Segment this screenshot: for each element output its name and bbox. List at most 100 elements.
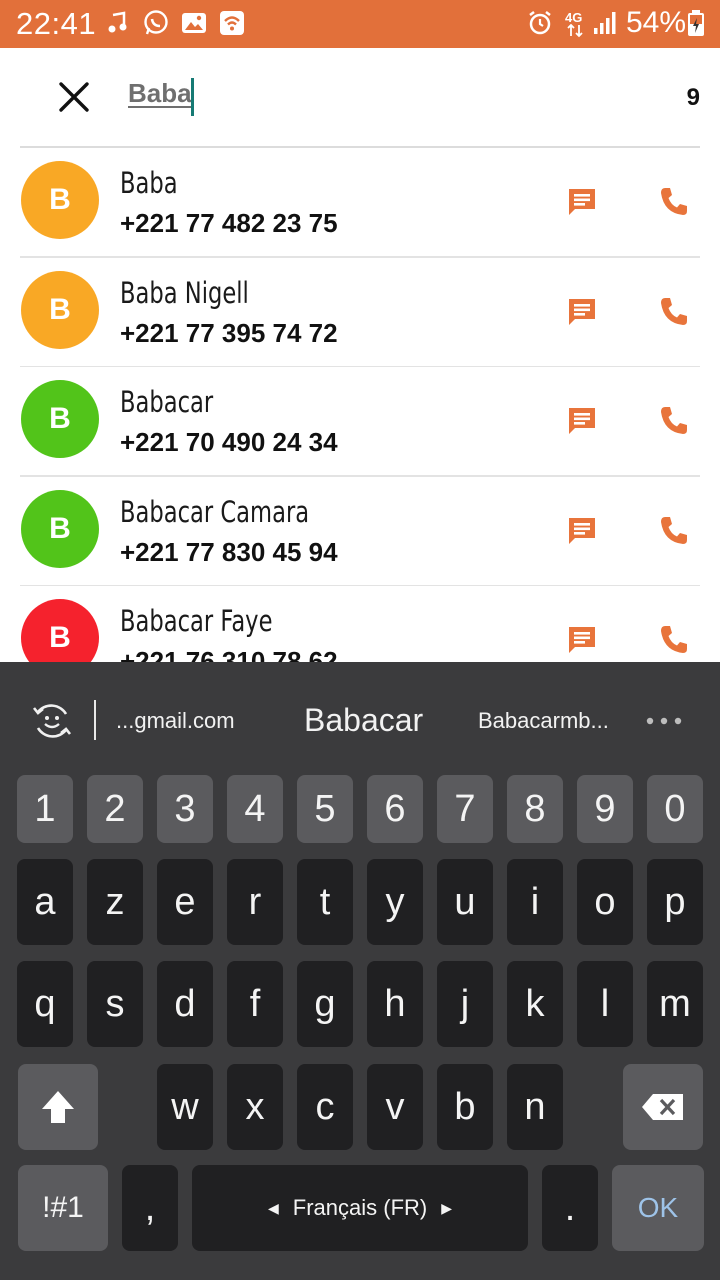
text-cursor (191, 78, 194, 116)
avatar: B (21, 599, 99, 662)
avatar: B (21, 380, 99, 458)
key-v[interactable]: v (367, 1064, 423, 1150)
ok-key[interactable]: OK (612, 1165, 704, 1251)
contact-row[interactable]: B Baba +221 77 482 23 75 (0, 148, 720, 258)
close-icon (59, 82, 89, 112)
emoji-toggle-icon[interactable] (30, 699, 74, 743)
key-x[interactable]: x (227, 1064, 283, 1150)
phone-icon[interactable] (658, 295, 690, 327)
wifi-hotspot-icon (220, 11, 244, 35)
backspace-icon (642, 1094, 683, 1120)
key-b[interactable]: b (437, 1064, 493, 1150)
shift-key[interactable] (18, 1064, 98, 1150)
contact-phone: +221 70 490 24 34 (120, 427, 338, 457)
message-icon[interactable] (566, 405, 598, 437)
key-h[interactable]: h (367, 961, 423, 1047)
contact-phone: +221 76 310 78 62 (120, 646, 338, 662)
contact-name: Babacar Camara (120, 494, 310, 529)
key-g[interactable]: g (297, 961, 353, 1047)
message-icon[interactable] (566, 624, 598, 656)
keyboard: ...gmail.com Babacar Babacarmb... !#1 , … (0, 662, 720, 1280)
suggestion-bar: ...gmail.com Babacar Babacarmb... (0, 662, 720, 772)
key-r[interactable]: r (227, 859, 283, 945)
key-j[interactable]: j (437, 961, 493, 1047)
key-u[interactable]: u (437, 859, 493, 945)
contact-phone: +221 77 482 23 75 (120, 208, 338, 238)
key-n[interactable]: n (507, 1064, 563, 1150)
music-icon (108, 11, 127, 33)
key-9[interactable]: 9 (577, 775, 633, 843)
close-search-button[interactable] (50, 73, 98, 121)
result-count: 9 (686, 84, 700, 111)
contact-list[interactable]: B Baba +221 77 482 23 75 B Baba Nigell +221 7… (0, 148, 720, 662)
suggestion-1[interactable]: ...gmail.com (116, 708, 235, 734)
data-arrows-icon (567, 24, 583, 38)
battery-percent: 54% (626, 6, 687, 39)
key-i[interactable]: i (507, 859, 563, 945)
space-key-label: Français (FR) (292, 1195, 428, 1220)
key-q[interactable]: q (17, 961, 73, 1047)
key-6[interactable]: 6 (367, 775, 423, 843)
comma-key[interactable]: , (122, 1165, 178, 1251)
key-t[interactable]: t (297, 859, 353, 945)
key-8[interactable]: 8 (507, 775, 563, 843)
key-2[interactable]: 2 (87, 775, 143, 843)
avatar: B (21, 270, 99, 349)
key-1[interactable]: 1 (17, 775, 73, 843)
phone-icon[interactable] (658, 404, 690, 436)
status-bar: 22:41 4G 54% (0, 0, 720, 48)
message-icon[interactable] (566, 186, 598, 218)
search-input[interactable]: Baba (128, 78, 192, 118)
suggestion-2[interactable]: Babacar (304, 702, 423, 739)
suggestion-3[interactable]: Babacarmb... (478, 708, 609, 734)
contact-name: Babacar Faye (120, 604, 273, 638)
key-5[interactable]: 5 (297, 775, 353, 843)
key-m[interactable]: m (647, 961, 703, 1047)
contact-phone: +221 77 395 74 72 (120, 317, 338, 348)
avatar: B (21, 161, 99, 239)
message-icon[interactable] (566, 296, 598, 328)
chevron-right-icon: ▶ (441, 1199, 452, 1216)
key-d[interactable]: d (157, 961, 213, 1047)
key-o[interactable]: o (577, 859, 633, 945)
key-l[interactable]: l (577, 961, 633, 1047)
key-f[interactable]: f (227, 961, 283, 1047)
contact-phone: +221 77 830 45 94 (120, 536, 338, 567)
key-7[interactable]: 7 (437, 775, 493, 843)
key-a[interactable]: a (17, 859, 73, 945)
key-z[interactable]: z (87, 859, 143, 945)
key-p[interactable]: p (647, 859, 703, 945)
chevron-left-icon: ◀ (267, 1199, 279, 1216)
key-k[interactable]: k (507, 961, 563, 1047)
key-c[interactable]: c (297, 1064, 353, 1150)
period-key[interactable]: . (542, 1165, 598, 1251)
battery-icon (688, 10, 704, 36)
key-w[interactable]: w (157, 1064, 213, 1150)
signal-icon (594, 12, 616, 34)
phone-icon[interactable] (658, 514, 690, 546)
shift-icon (42, 1091, 74, 1123)
contact-row[interactable]: B Babacar Camara +221 77 830 45 94 (0, 477, 720, 586)
search-header: Baba 9 (0, 48, 720, 148)
contact-row[interactable]: B Babacar +221 70 490 24 34 (0, 367, 720, 477)
phone-icon[interactable] (658, 185, 690, 217)
whatsapp-icon (144, 10, 168, 35)
space-key[interactable]: ◀ Français (FR) ▶ (192, 1165, 528, 1251)
more-suggestions-icon[interactable] (646, 716, 682, 726)
contact-row[interactable]: B Baba Nigell +221 77 395 74 72 (0, 258, 720, 367)
gallery-icon (182, 13, 206, 33)
alarm-icon (529, 11, 551, 35)
phone-icon[interactable] (658, 623, 690, 655)
key-3[interactable]: 3 (157, 775, 213, 843)
key-4[interactable]: 4 (227, 775, 283, 843)
contact-row[interactable]: B Babacar Faye +221 76 310 78 62 (0, 586, 720, 662)
key-0[interactable]: 0 (647, 775, 703, 843)
message-icon[interactable] (566, 515, 598, 547)
backspace-key[interactable] (623, 1064, 703, 1150)
key-e[interactable]: e (157, 859, 213, 945)
avatar: B (21, 489, 99, 568)
key-s[interactable]: s (87, 961, 143, 1047)
contact-name: Babacar (120, 385, 214, 419)
key-y[interactable]: y (367, 859, 423, 945)
symbols-key[interactable]: !#1 (18, 1165, 108, 1251)
